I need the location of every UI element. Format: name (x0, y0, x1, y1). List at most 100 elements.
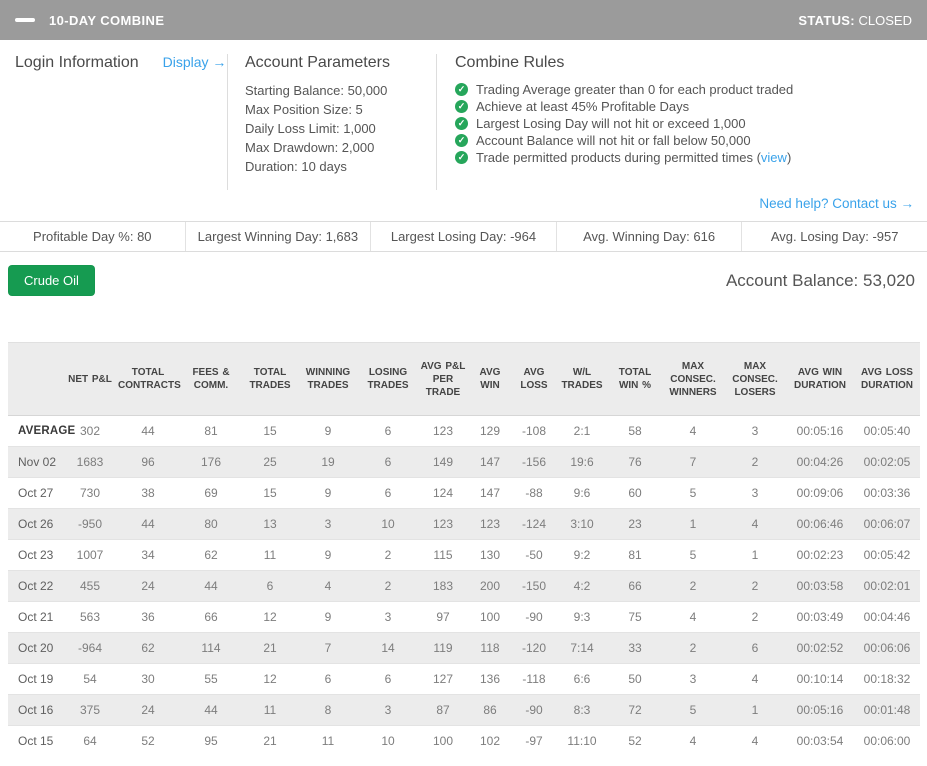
table-row: Oct 16 375 24 44 11 8 3 87 86 -90 8:3 72 5 1 00:05:16 0… (8, 694, 920, 726)
table-cell: 9:3 (573, 610, 591, 624)
combine-header-bar: 10-DAY COMBINE STATUS: CLOSED (0, 0, 927, 40)
table-cell: -50 (525, 548, 543, 562)
combine-rule: ✓ Achieve at least 45% Profitable Days (455, 98, 919, 115)
view-link[interactable]: view (761, 149, 787, 166)
combine-rule: ✓ Largest Losing Day will not hit or exce… (455, 115, 919, 132)
table-cell: 5 (689, 486, 697, 500)
table-cell: 00:06:46 (796, 517, 844, 531)
column-header: FEES & COMM. (180, 342, 242, 416)
table-cell: 00:18:32 (863, 672, 911, 686)
column-header: LOSING TRADES (358, 342, 418, 416)
product-tab-crude-oil[interactable]: Crude Oil (8, 265, 95, 296)
table-cell: 3:10 (570, 517, 594, 531)
table-cell: 81 (628, 548, 642, 562)
table-cell: 11 (263, 703, 277, 717)
account-parameter: Max Drawdown: 2,000 (245, 140, 375, 155)
table-cell: 00:04:26 (796, 455, 844, 469)
table-cell: 4 (751, 734, 759, 749)
table-cell: 136 (479, 672, 501, 686)
table-cell: 6 (384, 672, 392, 686)
table-cell: 12 (263, 672, 277, 686)
rule-text: Account Balance will not hit or fall bel… (476, 133, 751, 148)
column-header: TOTAL WIN % (608, 342, 662, 416)
table-cell: 81 (204, 424, 218, 438)
table-row: Nov 02 1683 96 176 25 19 6 149 147 -156 19:6 76 7 2 00… (8, 446, 920, 478)
table-row: Oct 15 64 52 95 21 11 10 100 102 -97 11:10 52 4 4 00:0… (8, 725, 920, 757)
account-parameter: Duration: 10 days (245, 159, 347, 174)
table-cell: 3 (384, 703, 392, 717)
table-cell: 44 (204, 703, 218, 717)
check-icon: ✓ (455, 134, 468, 147)
stat-item: Avg. Winning Day: 616 (555, 222, 742, 251)
table-cell: 44 (141, 424, 155, 438)
table-cell: 3 (324, 517, 332, 531)
table-cell: 75 (628, 610, 642, 624)
minimize-icon[interactable] (15, 18, 35, 22)
table-cell: 6 (384, 455, 392, 469)
table-row: Oct 27 730 38 69 15 9 6 124 147 -88 9:6 60 5 3 00:09:0… (8, 477, 920, 509)
combine-rule: ✓ Account Balance will not hit or fall be… (455, 132, 919, 149)
table-cell: 730 (79, 486, 101, 500)
account-parameters-list: Starting Balance: 50,000 Max Position Siz… (245, 81, 436, 176)
status-value: CLOSED (858, 12, 912, 28)
display-link[interactable]: Display → (163, 54, 227, 70)
row-label: Oct 20 (18, 641, 54, 655)
table-cell: 149 (432, 455, 454, 469)
table-cell: 1683 (76, 455, 104, 469)
stat-item: Profitable Day %: 80 (33, 229, 152, 244)
table-cell: 00:02:05 (863, 455, 911, 469)
table-cell: 64 (83, 734, 97, 749)
account-parameter: Daily Loss Limit: 1,000 (245, 121, 376, 136)
table-cell: 147 (479, 486, 501, 500)
table-cell: 12 (263, 610, 277, 624)
table-row: Oct 19 54 30 55 12 6 6 127 136 -118 6:6 50 3 4 00:10:1… (8, 663, 920, 695)
table-cell: 00:10:14 (796, 672, 844, 686)
table-cell: -90 (525, 703, 543, 717)
table-cell: -964 (77, 641, 103, 655)
table-cell: 21 (263, 734, 277, 749)
table-cell: 124 (432, 486, 454, 500)
row-label: Oct 19 (18, 672, 54, 686)
table-cell: 60 (628, 486, 642, 500)
table-cell: 3 (751, 424, 759, 438)
table-cell: 00:06:06 (863, 641, 911, 655)
daily-results-table: NET P&L TOTAL CONTRACTS FEES & COMM. TOTAL … (8, 342, 920, 757)
check-icon: ✓ (455, 151, 468, 164)
table-cell: 2 (689, 579, 697, 593)
combine-rules-section: Combine Rules ✓ Trading Average greater t… (437, 54, 919, 190)
table-cell: 00:01:48 (863, 703, 911, 717)
table-cell: 44 (204, 579, 218, 593)
row-label: Nov 02 (18, 455, 57, 469)
table-row: Oct 21 563 36 66 12 9 3 97 100 -90 9:3 75 4 2 00:03:49… (8, 601, 920, 633)
table-cell: 2 (384, 548, 392, 562)
column-header: TOTAL TRADES (242, 342, 298, 416)
table-row: Oct 20 -964 62 114 21 7 14 119 118 -120 7:14 33 2 6 00… (8, 632, 920, 664)
table-cell: 1 (751, 703, 759, 717)
table-cell: 4 (689, 610, 697, 624)
table-cell: 4 (324, 579, 332, 593)
table-cell: 100 (432, 734, 454, 749)
table-cell: -88 (525, 486, 543, 500)
table-cell: -97 (525, 734, 543, 749)
table-cell: 2 (751, 455, 759, 469)
table-cell: 4:2 (573, 579, 591, 593)
column-header: NET P&L (64, 342, 116, 416)
balance-row: Crude Oil Account Balance: 53,020 (8, 265, 919, 296)
table-cell: 00:06:00 (863, 734, 911, 749)
table-cell: 62 (204, 548, 218, 562)
table-cell: 9:2 (573, 548, 591, 562)
row-label: Oct 26 (18, 517, 54, 531)
table-cell: 4 (751, 672, 759, 686)
table-cell: 00:02:23 (796, 548, 844, 562)
table-cell: 114 (201, 641, 221, 655)
table-cell: 34 (141, 548, 155, 562)
stat-item: Largest Winning Day: 1,683 (184, 222, 371, 251)
table-header-row: NET P&L TOTAL CONTRACTS FEES & COMM. TOTAL … (8, 342, 920, 416)
table-cell: 00:04:46 (863, 610, 911, 624)
column-header: AVG LOSS (512, 342, 556, 416)
column-header: AVG WIN DURATION (786, 342, 854, 416)
contact-us-link[interactable]: Need help? Contact us → (759, 196, 914, 211)
table-cell: 3 (751, 486, 759, 500)
daily-results-table-wrap: NET P&L TOTAL CONTRACTS FEES & COMM. TOTAL … (8, 342, 920, 757)
table-cell: 8:3 (573, 703, 591, 717)
